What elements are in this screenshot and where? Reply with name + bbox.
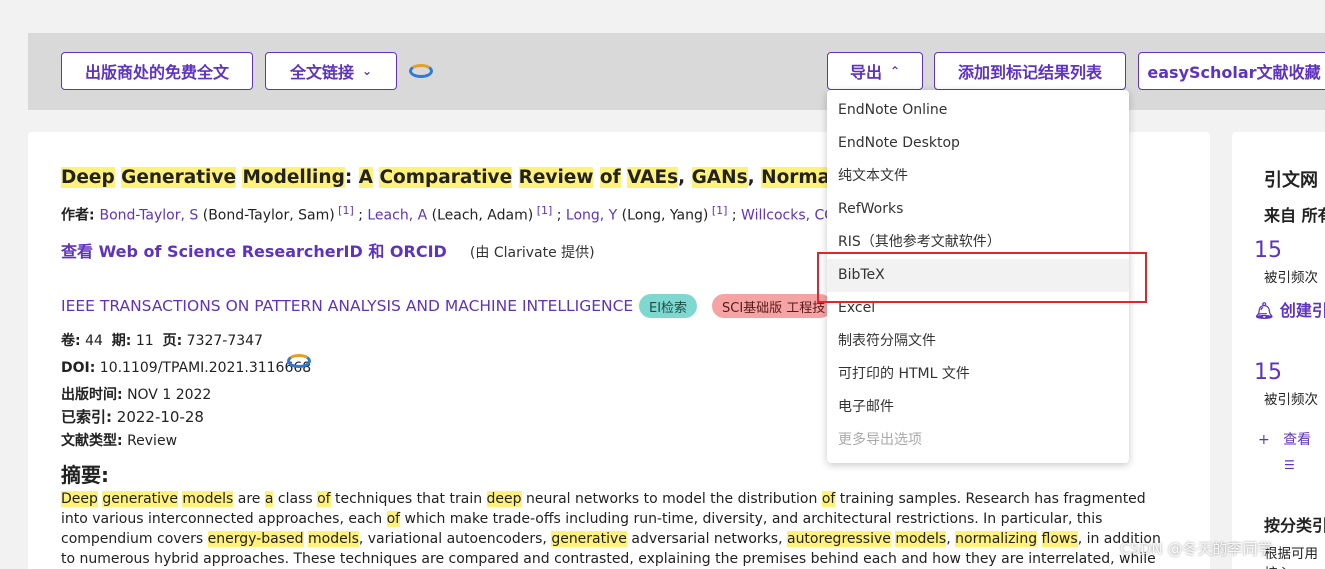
title-word: Generative xyxy=(121,167,237,188)
title-word: Modelling xyxy=(242,167,345,188)
highlighted-term: energy-based xyxy=(207,531,304,547)
highlighted-term: of xyxy=(386,511,401,527)
author-fullname: (Leach, Adam) xyxy=(427,207,534,224)
title-word: Deep xyxy=(61,167,115,188)
author-fullname: (Bond-Taylor, Sam) xyxy=(198,207,335,224)
author-link[interactable]: Long, Y xyxy=(561,208,617,224)
abstract-heading: 摘要: xyxy=(61,463,109,487)
highlighted-term: models xyxy=(307,531,359,547)
free-fulltext-button[interactable]: 出版商处的免费全文 xyxy=(61,52,253,90)
doi-row: DOI: 10.1109/TPAMI.2021.3116668 xyxy=(61,360,312,376)
author-fullname: (Long, Yang) xyxy=(617,207,709,224)
indexed-row: 已索引: 2022-10-28 xyxy=(61,408,204,426)
author-affiliation-ref[interactable]: [1] xyxy=(533,204,553,217)
times-cited-count[interactable]: 15 xyxy=(1254,238,1282,263)
export-option[interactable]: 电子邮件 xyxy=(827,391,1129,424)
title-word: Comparative xyxy=(379,167,513,188)
author-link[interactable]: Willcocks, CG xyxy=(737,208,835,224)
author-link[interactable]: Leach, A xyxy=(363,208,427,224)
highlighted-term: Deep xyxy=(61,491,98,507)
easyscholar-collect-button[interactable]: easyScholar文献收藏 xyxy=(1138,52,1325,90)
doctype-row: 文献类型: Review xyxy=(61,433,178,449)
chevron-down-icon: ⌄ xyxy=(361,64,373,78)
categories-heading: 按分类引 xyxy=(1264,516,1325,535)
journal-link[interactable]: IEEE TRANSACTIONS ON PATTERN ANALYSIS AN… xyxy=(61,297,633,315)
export-option: 更多导出选项 xyxy=(838,432,922,448)
view-citing-link[interactable]: + 查看 xyxy=(1258,429,1311,449)
volume-issue-pages: 卷: 44 期: 11 页: 7327-7347 xyxy=(61,333,263,349)
author-separator: ; xyxy=(353,207,363,224)
author-affiliation-ref[interactable]: [1] xyxy=(335,204,354,217)
title-word: A xyxy=(358,167,373,188)
sci-badge: SCI基础版 工程技 xyxy=(712,294,832,318)
title-word: VAEs xyxy=(627,167,679,188)
highlighted-term: deep xyxy=(486,491,522,507)
researcher-id-link[interactable]: 查看 Web of Science ResearcherID 和 ORCID xyxy=(61,242,447,261)
times-cited-count-2[interactable]: 15 xyxy=(1254,360,1282,385)
citation-network-heading: 引文网 xyxy=(1264,170,1318,191)
list-icon[interactable]: ☰ xyxy=(1284,458,1295,472)
core-text: 核心 xyxy=(1264,562,1291,569)
highlighted-term: models xyxy=(895,531,947,547)
title-word: GANs xyxy=(691,167,748,188)
highlighted-term: of xyxy=(821,491,836,507)
bell-icon: 🔔︎ xyxy=(1254,301,1275,320)
citation-network-panel: 引文网 来自 所有 15 被引频次 🔔︎ 创建引 15 被引频次 + 查看 ☰ … xyxy=(1232,132,1325,569)
fulltext-links-button[interactable]: 全文链接 ⌄ xyxy=(265,52,397,90)
results-toolbar: 出版商处的免费全文 全文链接 ⌄ 导出 ⌃ 添加到标记结果列表 easySchola… xyxy=(28,33,1325,110)
annotation-red-box xyxy=(817,252,1147,303)
times-cited-label-2: 被引频次 xyxy=(1264,392,1318,408)
researcher-id-row: 查看 Web of Science ResearcherID 和 ORCID (… xyxy=(61,238,595,262)
author-separator: ; xyxy=(727,207,737,224)
csdn-watermark: CSDN @冬天的李同学 xyxy=(1120,540,1273,558)
pubdate-row: 出版时间: NOV 1 2022 xyxy=(61,387,212,403)
export-option[interactable]: 纯文本文件 xyxy=(827,160,1129,193)
export-option[interactable]: EndNote Desktop xyxy=(827,127,1129,160)
highlighted-term: models xyxy=(182,491,234,507)
highlighted-term: of xyxy=(317,491,331,507)
doi-value: 10.1109/TPAMI.2021.3116668 xyxy=(99,360,312,376)
export-option[interactable]: 可打印的 HTML 文件 xyxy=(827,358,1129,391)
chevron-up-icon: ⌃ xyxy=(889,64,901,78)
times-cited-label: 被引频次 xyxy=(1264,270,1318,286)
title-word: Review xyxy=(518,167,594,188)
highlighted-term: normalizing xyxy=(955,531,1038,547)
add-to-marked-list-button[interactable]: 添加到标记结果列表 xyxy=(934,52,1126,90)
highlighted-term: generative xyxy=(102,491,178,507)
authors-line: 作者: Bond-Taylor, S (Bond-Taylor, Sam) [1… xyxy=(61,204,894,225)
title-word: , xyxy=(747,167,762,188)
export-option[interactable]: RefWorks xyxy=(827,193,1129,226)
authors-label: 作者: xyxy=(61,207,100,224)
easyscholar-logo-icon[interactable] xyxy=(409,64,433,78)
highlighted-term: flows xyxy=(1041,531,1078,547)
export-button[interactable]: 导出 ⌃ xyxy=(827,52,923,90)
title-word: of xyxy=(599,167,621,188)
author-affiliation-ref[interactable]: [1] xyxy=(708,204,728,217)
easyscholar-doi-icon[interactable] xyxy=(287,354,311,368)
ei-badge: EI检索 xyxy=(639,294,698,318)
plus-icon: + xyxy=(1258,432,1270,448)
highlighted-term: a xyxy=(264,491,274,507)
title-word xyxy=(593,167,599,188)
export-option[interactable]: EndNote Online xyxy=(827,94,1129,127)
export-option[interactable]: 制表符分隔文件 xyxy=(827,325,1129,358)
title-word: , xyxy=(678,167,692,188)
create-citation-alert[interactable]: 🔔︎ 创建引 xyxy=(1254,297,1325,321)
highlighted-term: autoregressive xyxy=(786,531,891,547)
abstract-text: Deep generative models are a class of te… xyxy=(61,491,1161,567)
highlighted-term: generative xyxy=(551,531,627,547)
title-word: : xyxy=(344,167,359,188)
author-link[interactable]: Bond-Taylor, S xyxy=(99,208,198,224)
from-all-heading: 来自 所有 xyxy=(1264,206,1325,225)
title-word xyxy=(512,167,518,188)
provided-by-text: (由 Clarivate 提供) xyxy=(469,245,595,261)
